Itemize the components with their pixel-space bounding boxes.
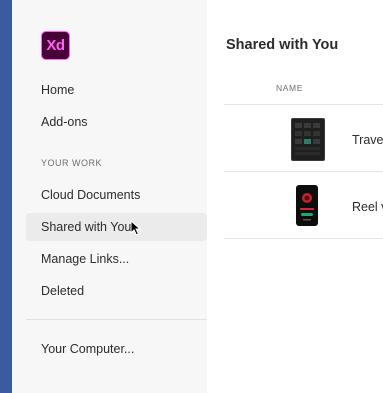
sidebar: Xd Home Add-ons YOUR WORK Cloud Document… <box>12 0 207 393</box>
xd-logo: Xd <box>41 31 70 60</box>
file-name: Reel v2. <box>352 200 383 214</box>
sidebar-item-manage-links[interactable]: Manage Links... <box>26 245 207 273</box>
main-panel: Shared with You NAME Trave Reel <box>207 0 383 393</box>
app-window: Xd Home Add-ons YOUR WORK Cloud Document… <box>12 0 383 393</box>
sidebar-divider <box>26 319 207 320</box>
sidebar-item-deleted[interactable]: Deleted <box>26 277 207 305</box>
sidebar-item-label: Home <box>41 83 75 97</box>
section-label-your-work: YOUR WORK <box>41 158 103 168</box>
file-name: Travel_D <box>352 133 383 147</box>
sidebar-item-home[interactable]: Home <box>26 76 207 104</box>
mouse-pointer-icon <box>130 220 142 236</box>
sidebar-item-label: Manage Links... <box>41 252 130 266</box>
sidebar-item-label: Cloud Documents <box>41 188 141 202</box>
page-title: Shared with You <box>226 37 339 53</box>
dark-app-screens-thumbnail-icon <box>291 118 325 161</box>
sidebar-item-label: Shared with You <box>41 220 132 234</box>
row-divider <box>224 104 383 105</box>
sidebar-item-label: Deleted <box>41 284 85 298</box>
sidebar-item-shared-with-you[interactable]: Shared with You <box>26 213 207 241</box>
row-divider <box>224 171 383 172</box>
sidebar-item-label: Your Computer... <box>41 342 135 356</box>
column-header-name[interactable]: NAME <box>276 83 303 93</box>
sidebar-item-label: Add-ons <box>41 115 88 129</box>
sidebar-item-your-computer[interactable]: Your Computer... <box>26 335 207 363</box>
reel-app-thumbnail-icon <box>296 185 318 226</box>
sidebar-item-addons[interactable]: Add-ons <box>26 108 207 136</box>
sidebar-item-cloud-documents[interactable]: Cloud Documents <box>26 181 207 209</box>
row-divider <box>224 238 383 239</box>
